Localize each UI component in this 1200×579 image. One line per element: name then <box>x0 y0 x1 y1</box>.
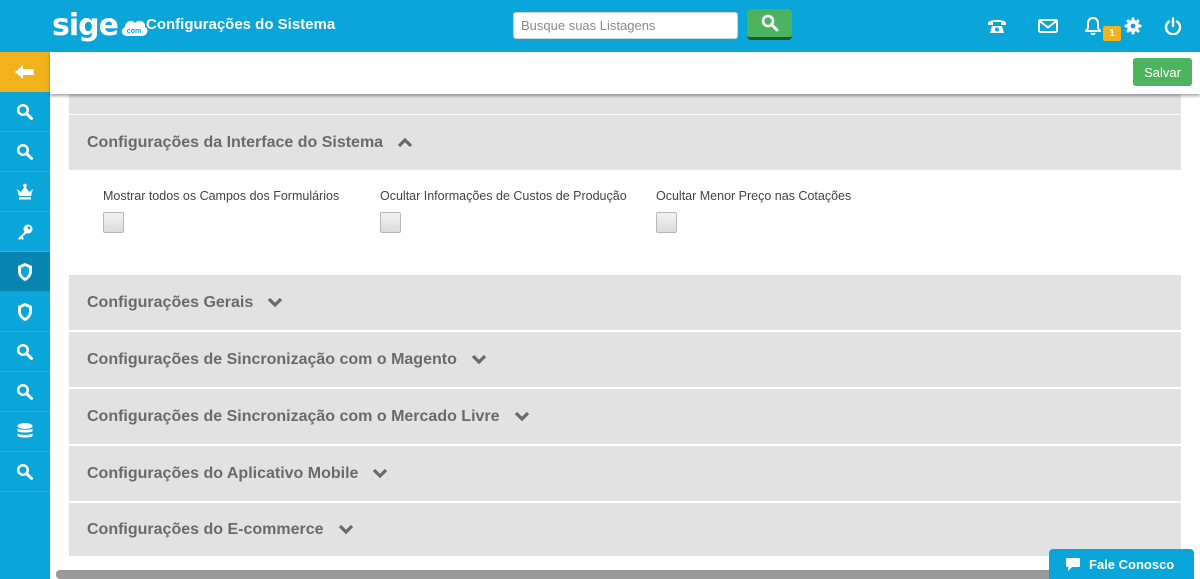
search-icon <box>16 103 34 121</box>
section-header-interface[interactable]: Configurações da Interface do Sistema <box>69 115 1181 170</box>
sidebar-item-1[interactable] <box>0 92 50 132</box>
shield-icon <box>16 302 34 322</box>
envelope-icon <box>1038 19 1058 33</box>
chevron-down-icon <box>372 468 388 479</box>
sidebar-item-3[interactable] <box>0 172 50 212</box>
search-icon <box>16 463 34 481</box>
section-header-gerais[interactable]: Configurações Gerais <box>69 275 1181 330</box>
logo-text: sige <box>52 8 119 43</box>
page-title: Configurações do Sistema <box>146 16 336 33</box>
section-title: Configurações de Sincronização com o Mag… <box>87 350 457 368</box>
section-header-partial[interactable] <box>69 94 1181 114</box>
section-title: Configurações Gerais <box>87 293 254 311</box>
ocultar-menor-preco-checkbox[interactable] <box>656 212 677 233</box>
gear-icon <box>1124 17 1142 35</box>
field-label: Ocultar Menor Preço nas Cotações <box>656 189 852 203</box>
phone-icon <box>988 20 1006 33</box>
sidebar-item-9[interactable] <box>0 412 50 452</box>
logo[interactable]: sige com <box>52 8 149 44</box>
field-mostrar-campos: Mostrar todos os Campos dos Formulários <box>103 189 339 233</box>
crown-icon <box>15 183 35 201</box>
sidebar-item-2[interactable] <box>0 132 50 172</box>
section-title: Configurações do E-commerce <box>87 520 324 538</box>
notifications-button[interactable] <box>1081 14 1105 38</box>
section-title: Configurações do Aplicativo Mobile <box>87 464 359 482</box>
messages-button[interactable] <box>1036 14 1060 38</box>
main-content: Configurações da Interface do Sistema Mo… <box>50 94 1200 579</box>
search-icon <box>16 383 34 401</box>
phone-button[interactable] <box>985 14 1009 38</box>
field-ocultar-custos: Ocultar Informações de Custos de Produçã… <box>380 189 627 233</box>
logo-cloud-icon: com <box>121 20 148 36</box>
search-input[interactable] <box>513 12 738 39</box>
search-icon <box>16 143 34 161</box>
section-header-ecommerce[interactable]: Configurações do E-commerce <box>69 503 1181 556</box>
bell-icon <box>1085 17 1101 36</box>
sidebar <box>0 52 50 579</box>
action-bar: Salvar <box>50 52 1200 94</box>
logout-button[interactable] <box>1161 14 1185 38</box>
section-title: Configurações da Interface do Sistema <box>87 133 384 151</box>
key-icon <box>16 223 34 241</box>
sidebar-item-4[interactable] <box>0 212 50 252</box>
horizontal-scrollbar[interactable] <box>56 570 1192 579</box>
arrow-left-icon <box>15 65 34 79</box>
ocultar-custos-checkbox[interactable] <box>380 212 401 233</box>
logo-sub-text: com <box>127 28 141 35</box>
section-title: Configurações de Sincronização com o Mer… <box>87 407 500 425</box>
search-icon <box>761 14 778 32</box>
sidebar-item-5[interactable] <box>0 252 50 292</box>
search-button[interactable] <box>747 9 792 40</box>
section-header-mercado-livre[interactable]: Configurações de Sincronização com o Mer… <box>69 389 1181 444</box>
sidebar-item-6[interactable] <box>0 292 50 332</box>
section-header-magento[interactable]: Configurações de Sincronização com o Mag… <box>69 332 1181 387</box>
sidebar-item-7[interactable] <box>0 332 50 372</box>
chevron-down-icon <box>267 297 283 308</box>
field-ocultar-menor-preco: Ocultar Menor Preço nas Cotações <box>656 189 851 233</box>
section-header-mobile[interactable]: Configurações do Aplicativo Mobile <box>69 446 1181 501</box>
field-label: Ocultar Informações de Custos de Produçã… <box>380 189 627 203</box>
sidebar-item-8[interactable] <box>0 372 50 412</box>
field-label: Mostrar todos os Campos dos Formulários <box>103 189 340 203</box>
save-button[interactable]: Salvar <box>1133 58 1192 86</box>
search-icon <box>16 343 34 361</box>
notification-badge: 1 <box>1103 26 1121 41</box>
mostrar-campos-checkbox[interactable] <box>103 212 124 233</box>
contact-us-button[interactable]: Fale Conosco <box>1049 549 1194 579</box>
chevron-down-icon <box>338 524 354 535</box>
chevron-down-icon <box>514 411 530 422</box>
power-icon <box>1164 17 1182 35</box>
back-button[interactable] <box>0 52 50 92</box>
contact-us-label: Fale Conosco <box>1089 556 1175 572</box>
chevron-up-icon <box>397 137 413 148</box>
chat-bubble-icon <box>1066 557 1080 571</box>
chevron-down-icon <box>471 354 487 365</box>
shield-icon <box>16 262 34 282</box>
top-bar: sige com Configurações do Sistema 1 <box>0 0 1200 52</box>
settings-button[interactable] <box>1121 14 1145 38</box>
sidebar-item-10[interactable] <box>0 452 50 492</box>
database-icon <box>16 422 34 442</box>
